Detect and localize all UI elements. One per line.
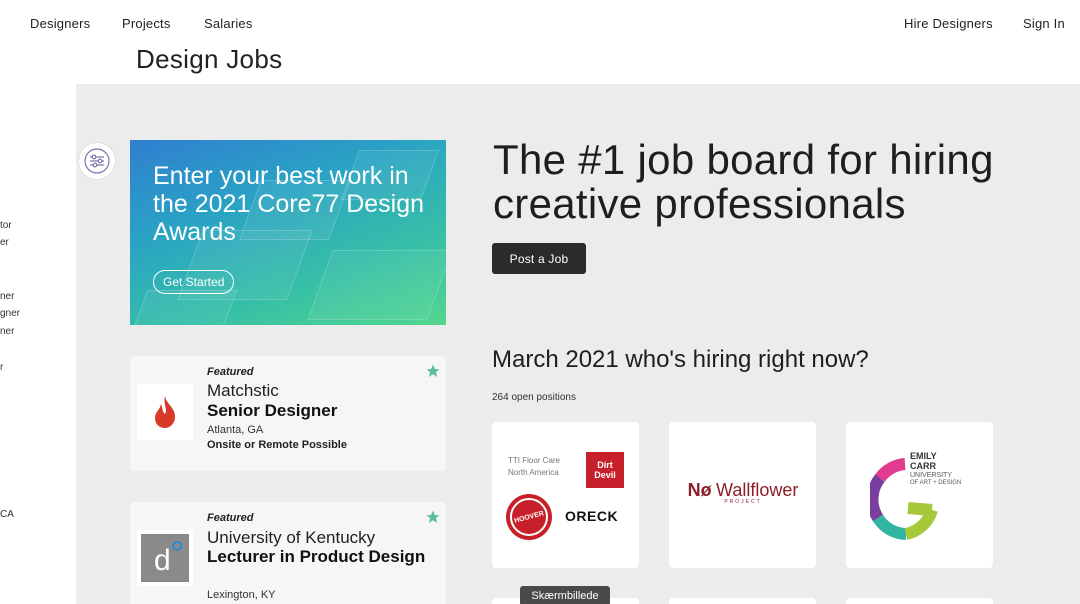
oreck-logo: ORECK	[565, 508, 619, 524]
sidebar-item[interactable]: ner	[0, 291, 14, 302]
svg-text:d: d	[154, 544, 171, 577]
dirt-devil-logo: Dirt Devil	[586, 452, 624, 488]
job-location: Atlanta, GA	[207, 424, 264, 436]
sidebar-item[interactable]: r	[0, 362, 3, 373]
nav-projects[interactable]: Projects	[122, 16, 171, 31]
tti-line2: North America	[508, 468, 559, 477]
post-job-button[interactable]: Post a Job	[492, 243, 586, 274]
sidebar-item[interactable]: ner	[0, 326, 14, 337]
emily-carr-name-2: CARR	[910, 461, 936, 471]
get-started-button[interactable]: Get Started	[153, 270, 235, 294]
emily-carr-name-1: EMILY	[910, 451, 937, 461]
emily-carr-name-4: OF ART + DESIGN	[910, 480, 962, 486]
employer-tile-emily-carr[interactable]: EMILY CARR UNIVERSITY OF ART + DESIGN	[846, 422, 993, 568]
employer-tile-tti[interactable]: TTI Floor Care North America Dirt Devil …	[492, 422, 639, 568]
star-icon[interactable]	[426, 364, 440, 378]
hero-headline: The #1 job board for hiring creative pro…	[493, 136, 994, 227]
sidebar-item[interactable]: tor	[0, 220, 12, 231]
top-nav: Designers Projects Salaries Hire Designe…	[0, 0, 1080, 48]
screenshot-tooltip: Skærmbillede	[520, 586, 610, 604]
employer-tile[interactable]	[846, 598, 993, 604]
job-role[interactable]: Senior Designer	[207, 401, 437, 420]
page-title: Design Jobs	[136, 44, 283, 74]
wallflower-logo: Nø Wallflower PROJECT	[687, 480, 799, 505]
sidebar-item[interactable]: er	[0, 237, 9, 248]
company-logo: d	[137, 530, 193, 586]
tti-line1: TTI Floor Care	[508, 456, 561, 465]
job-location: Lexington, KY	[207, 589, 276, 601]
featured-label: Featured	[207, 366, 254, 378]
job-card[interactable]: Featured Matchstic Senior Designer Atlan…	[130, 356, 446, 471]
employer-tile-wallflower[interactable]: Nø Wallflower PROJECT	[669, 422, 816, 568]
emily-carr-name-3: UNIVERSITY	[910, 472, 953, 479]
job-card[interactable]: d Featured University of Kentucky Lectur…	[130, 502, 446, 604]
banner-headline: Enter your best work in the 2021 Core77 …	[153, 162, 425, 246]
filter-sidebar: tor er ner gner ner r CA	[0, 84, 76, 604]
company-name: University of Kentucky	[207, 528, 376, 547]
remote-note: Onsite or Remote Possible	[207, 439, 347, 451]
awards-banner[interactable]: Enter your best work in the 2021 Core77 …	[130, 140, 446, 325]
sidebar-item[interactable]: gner	[0, 308, 20, 319]
star-icon[interactable]	[426, 510, 440, 524]
nav-designers[interactable]: Designers	[30, 16, 90, 31]
hiring-title: March 2021 who's hiring right now?	[492, 346, 869, 373]
hoover-logo: HOOVER	[506, 494, 552, 540]
job-role[interactable]: Lecturer in Product Design	[207, 547, 437, 566]
open-positions-count: 264 open positions	[492, 392, 576, 403]
nav-sign-in[interactable]: Sign In	[1023, 16, 1065, 31]
employer-tile[interactable]	[669, 598, 816, 604]
uk-d-icon: d	[141, 534, 189, 582]
company-name: Matchstic	[207, 381, 279, 400]
nav-hire-designers[interactable]: Hire Designers	[904, 16, 993, 31]
nav-salaries[interactable]: Salaries	[204, 16, 253, 31]
featured-label: Featured	[207, 512, 254, 524]
sidebar-item[interactable]: CA	[0, 509, 14, 520]
sliders-icon	[84, 148, 110, 174]
company-logo	[137, 384, 193, 440]
matchstic-flame-icon	[155, 396, 176, 428]
filter-toggle-button[interactable]	[78, 142, 116, 180]
